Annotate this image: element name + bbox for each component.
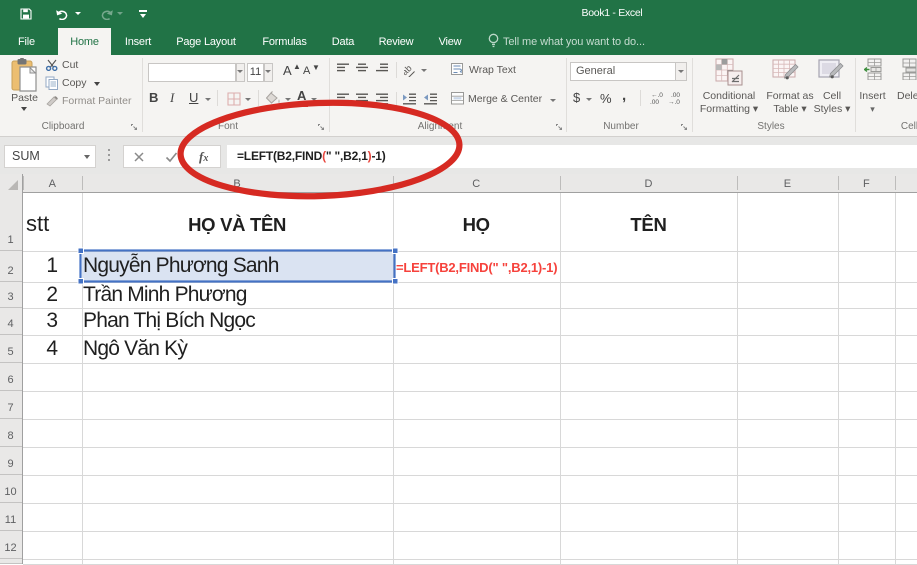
- svg-text:.00: .00: [671, 92, 680, 99]
- svg-text:→.0: →.0: [668, 99, 680, 105]
- svg-text:.00: .00: [650, 99, 659, 105]
- svg-text:←.0: ←.0: [651, 92, 663, 99]
- svg-text:ab: ab: [404, 63, 414, 77]
